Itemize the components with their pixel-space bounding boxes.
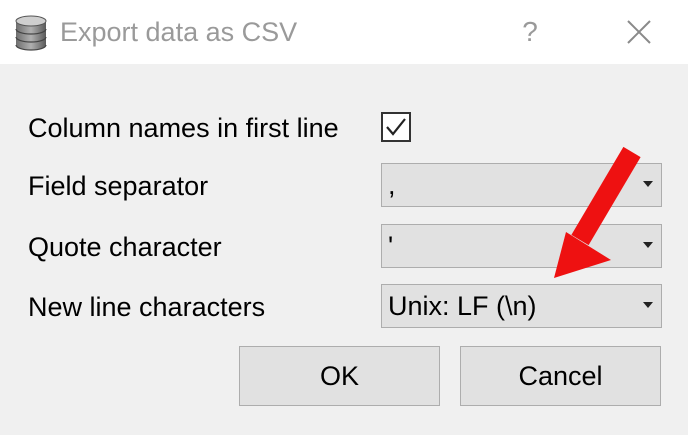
export-csv-dialog: Export data as CSV ? Column names in fir… — [0, 0, 688, 435]
ok-button[interactable]: OK — [239, 346, 440, 406]
quote-character-value: ' — [388, 231, 394, 261]
database-icon — [15, 15, 47, 51]
cancel-button[interactable]: Cancel — [460, 346, 661, 406]
new-line-value: Unix: LF (\n) — [388, 291, 537, 321]
title-bar: Export data as CSV ? — [0, 0, 688, 64]
close-icon[interactable] — [619, 12, 659, 52]
column-names-checkbox[interactable] — [381, 112, 411, 142]
new-line-label: New line characters — [28, 292, 266, 322]
chevron-down-icon — [643, 242, 653, 248]
field-separator-label: Field separator — [28, 171, 209, 201]
window-title: Export data as CSV — [60, 17, 298, 47]
quote-character-select[interactable]: ' — [381, 224, 662, 268]
field-separator-select[interactable]: , — [381, 163, 662, 207]
quote-character-label: Quote character — [28, 232, 222, 262]
field-separator-value: , — [388, 170, 396, 200]
new-line-select[interactable]: Unix: LF (\n) — [381, 284, 662, 328]
chevron-down-icon — [643, 181, 653, 187]
checkmark-icon — [386, 118, 406, 136]
chevron-down-icon — [643, 302, 653, 308]
help-button[interactable]: ? — [510, 12, 550, 52]
column-names-label: Column names in first line — [28, 113, 339, 143]
